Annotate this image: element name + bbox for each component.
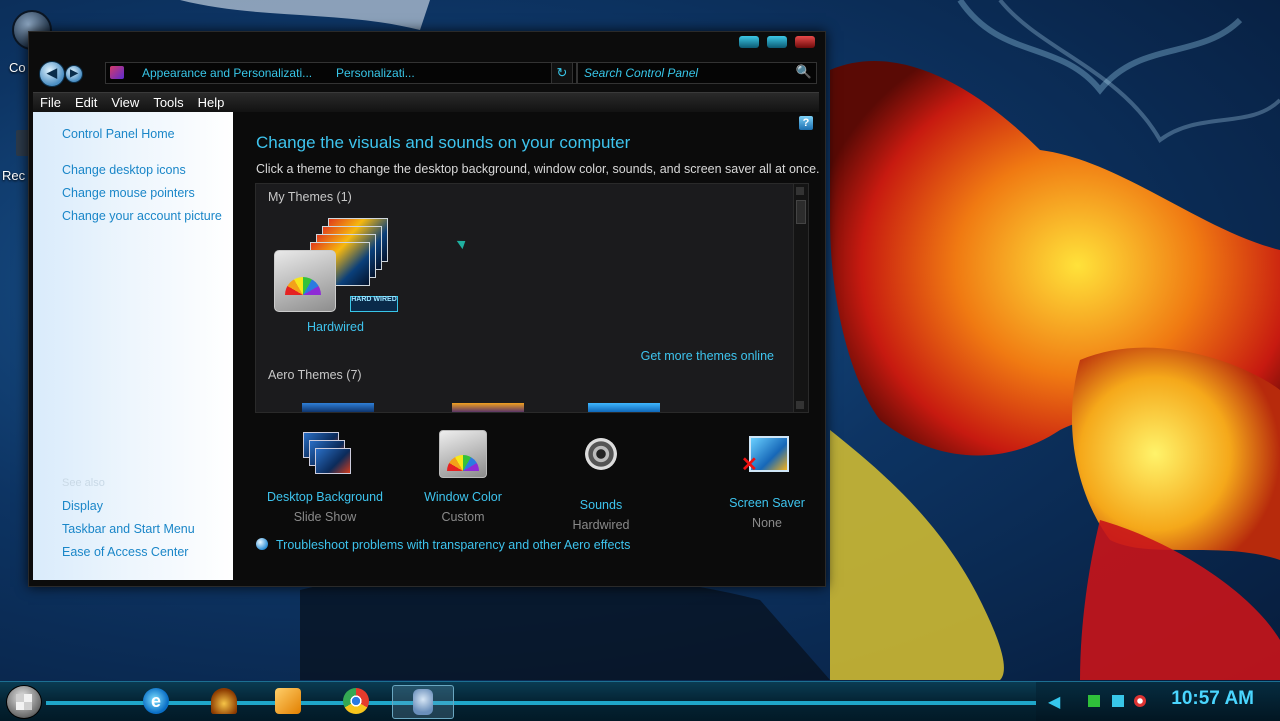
menu-view[interactable]: View bbox=[104, 93, 146, 110]
option-value: Slide Show bbox=[293, 510, 357, 524]
windows-logo-icon bbox=[16, 694, 32, 710]
troubleshoot-text: Troubleshoot problems with transparency … bbox=[276, 538, 631, 552]
desktop-background-option[interactable]: Desktop Background Slide Show bbox=[265, 430, 385, 524]
option-label: Screen Saver bbox=[729, 496, 805, 510]
maximize-button[interactable] bbox=[767, 36, 787, 48]
system-tray: ◀ 10:57 AM bbox=[1036, 682, 1280, 721]
control-panel-home-link[interactable]: Control Panel Home bbox=[62, 127, 175, 141]
scroll-up-icon[interactable] bbox=[796, 187, 804, 195]
breadcrumb-appearance[interactable]: Appearance and Personalizati... bbox=[142, 63, 312, 83]
ease-of-access-link[interactable]: Ease of Access Center bbox=[62, 545, 188, 559]
refresh-icon: ↻ bbox=[556, 65, 568, 80]
change-account-picture-link[interactable]: Change your account picture bbox=[62, 209, 222, 223]
window-color-swatch bbox=[274, 250, 336, 312]
main-content: ? Change the visuals and sounds on your … bbox=[233, 112, 821, 580]
help-icon[interactable]: ? bbox=[799, 116, 813, 130]
start-button[interactable] bbox=[6, 685, 42, 719]
media-player-icon bbox=[275, 688, 301, 714]
forward-button[interactable]: ▶ bbox=[65, 65, 83, 83]
troubleshoot-link[interactable]: Troubleshoot problems with transparency … bbox=[256, 538, 630, 552]
screen-saver-icon: ✕ bbox=[741, 436, 789, 476]
window-controls bbox=[739, 36, 815, 48]
show-hidden-icons-icon[interactable]: ◀ bbox=[1048, 692, 1060, 712]
taskbar-chrome[interactable] bbox=[334, 685, 378, 717]
action-center-flag-icon[interactable] bbox=[1088, 695, 1100, 707]
back-button[interactable]: ◀ bbox=[39, 61, 65, 87]
aero-theme-thumb[interactable] bbox=[302, 403, 374, 412]
address-bar[interactable]: Appearance and Personalizati... Personal… bbox=[105, 62, 577, 84]
control-panel-icon bbox=[413, 689, 433, 715]
theme-hardwired[interactable]: HARD WIRED bbox=[274, 218, 400, 314]
get-more-themes-link[interactable]: Get more themes online bbox=[641, 349, 774, 363]
breadcrumb-personalization[interactable]: Personalizati... bbox=[336, 63, 415, 83]
search-box[interactable]: 🔍 bbox=[577, 62, 817, 84]
option-value: None bbox=[752, 516, 782, 530]
refresh-button[interactable]: ↻ bbox=[551, 62, 573, 84]
search-icon[interactable]: 🔍 bbox=[796, 64, 812, 80]
theme-name[interactable]: Hardwired bbox=[307, 320, 364, 334]
see-also-heading: See also bbox=[62, 477, 105, 489]
my-themes-heading: My Themes (1) bbox=[268, 190, 352, 204]
mouse-cursor-icon bbox=[456, 236, 469, 250]
taskbar-monitor-app[interactable] bbox=[202, 685, 246, 717]
volume-icon[interactable] bbox=[1134, 695, 1146, 707]
aero-theme-thumb[interactable] bbox=[588, 403, 660, 412]
theme-badge: HARD WIRED bbox=[350, 296, 398, 312]
task-pane: Control Panel Home Change desktop icons … bbox=[33, 112, 233, 580]
menu-edit[interactable]: Edit bbox=[68, 93, 104, 110]
display-link[interactable]: Display bbox=[62, 499, 103, 513]
monitor-app-icon bbox=[211, 688, 237, 714]
arrow-left-icon: ◀ bbox=[47, 65, 57, 80]
minimize-button[interactable] bbox=[739, 36, 759, 48]
internet-explorer-icon: e bbox=[143, 688, 169, 714]
clock[interactable]: 10:57 AM bbox=[1171, 688, 1254, 710]
taskbar-strip bbox=[46, 701, 1036, 705]
option-value: Hardwired bbox=[572, 518, 630, 532]
screen-saver-option[interactable]: ✕ Screen Saver None bbox=[707, 430, 827, 530]
scroll-thumb[interactable] bbox=[796, 200, 806, 224]
network-icon[interactable] bbox=[1112, 695, 1124, 707]
search-input[interactable] bbox=[582, 64, 796, 82]
personalization-window: ◀ ▶ Appearance and Personalizati... Pers… bbox=[28, 31, 826, 587]
arrow-right-icon: ▶ bbox=[70, 68, 78, 79]
control-panel-icon bbox=[110, 66, 124, 79]
change-desktop-icons-link[interactable]: Change desktop icons bbox=[62, 163, 186, 177]
page-title: Change the visuals and sounds on your co… bbox=[256, 133, 631, 152]
close-button[interactable] bbox=[795, 36, 815, 48]
chrome-icon bbox=[343, 688, 369, 714]
menu-help[interactable]: Help bbox=[191, 93, 232, 110]
desktop-background-icon bbox=[301, 430, 351, 478]
window-color-option[interactable]: Window Color Custom bbox=[403, 430, 523, 524]
taskbar-start-menu-link[interactable]: Taskbar and Start Menu bbox=[62, 522, 195, 536]
change-mouse-pointers-link[interactable]: Change mouse pointers bbox=[62, 186, 195, 200]
menu-tools[interactable]: Tools bbox=[146, 93, 190, 110]
menu-file[interactable]: File bbox=[33, 93, 68, 110]
option-label: Sounds bbox=[579, 498, 623, 512]
taskbar-media-player[interactable] bbox=[266, 685, 310, 717]
navigation-bar: ◀ ▶ Appearance and Personalizati... Pers… bbox=[35, 58, 819, 88]
option-value: Custom bbox=[441, 510, 485, 524]
sounds-icon bbox=[585, 438, 617, 470]
aero-theme-thumb[interactable] bbox=[452, 403, 524, 412]
theme-list: My Themes (1) HARD WIRED Hardwired Get m… bbox=[255, 183, 809, 413]
sounds-option[interactable]: Sounds Hardwired bbox=[541, 430, 661, 532]
theme-list-scrollbar[interactable] bbox=[793, 184, 808, 412]
taskbar-control-panel[interactable] bbox=[392, 685, 454, 719]
option-label: Window Color bbox=[424, 490, 502, 504]
scroll-down-icon[interactable] bbox=[796, 401, 804, 409]
taskbar: e ◀ 10:57 AM bbox=[0, 681, 1280, 721]
page-subtitle: Click a theme to change the desktop back… bbox=[256, 162, 820, 176]
aero-themes-heading: Aero Themes (7) bbox=[268, 368, 362, 382]
option-label: Desktop Background bbox=[266, 490, 384, 504]
menu-bar: File Edit View Tools Help bbox=[33, 92, 819, 113]
window-color-icon bbox=[439, 430, 487, 478]
taskbar-internet-explorer[interactable]: e bbox=[134, 685, 178, 717]
troubleshoot-icon bbox=[256, 538, 268, 550]
